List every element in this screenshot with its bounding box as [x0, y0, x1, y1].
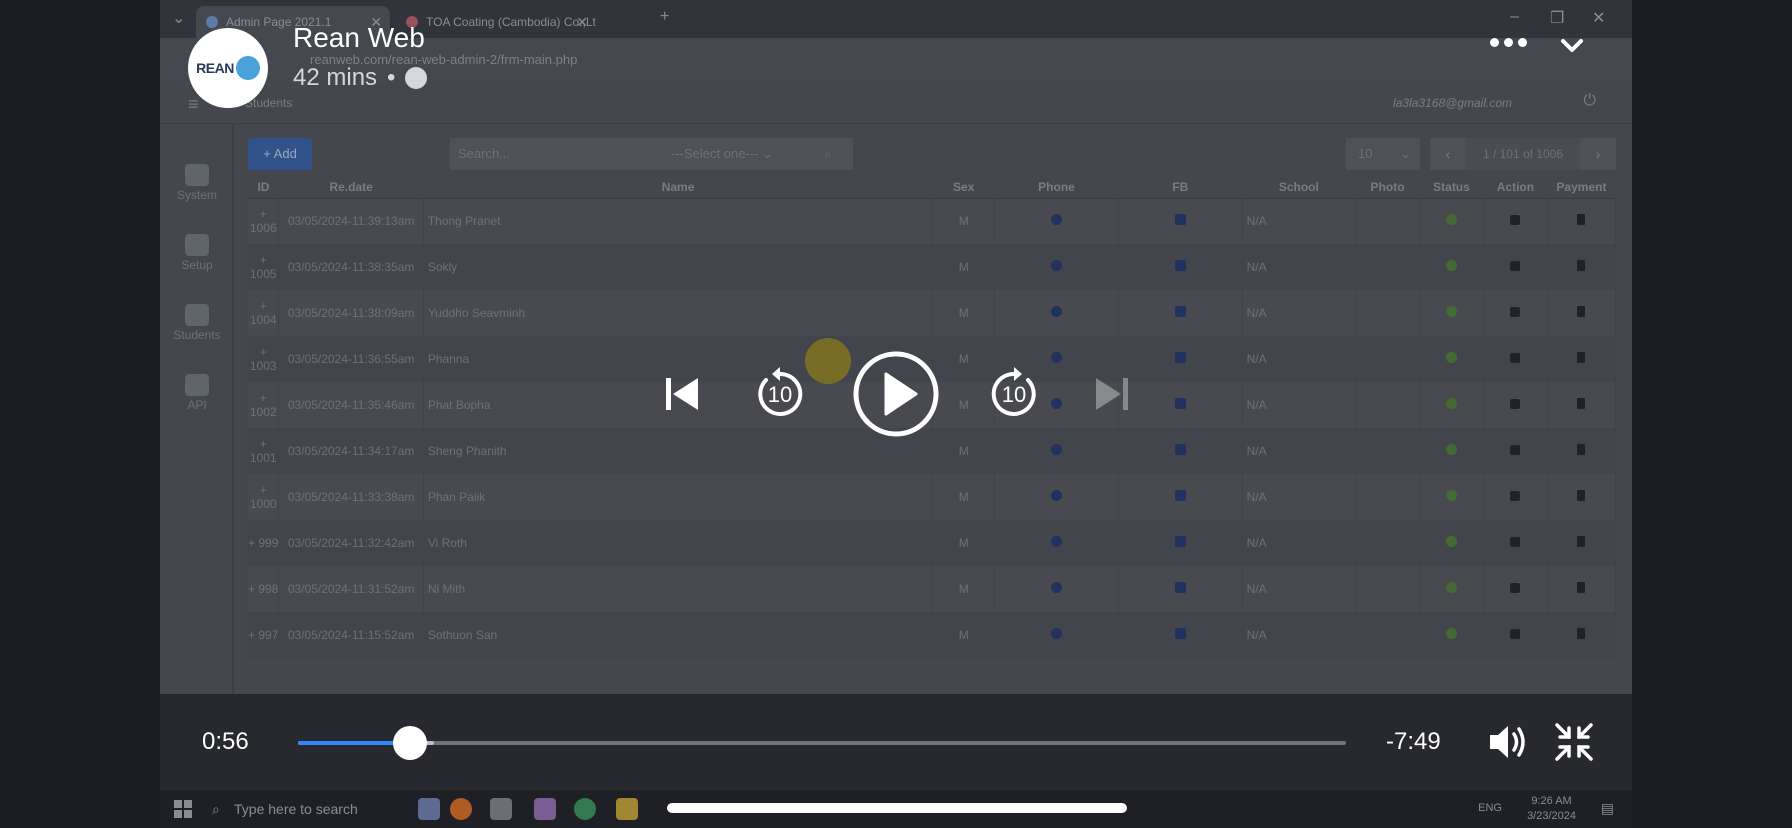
video-frame[interactable]: ⌄ Admin Page 2021.1 ✕ TOA Coating (Cambo…: [160, 0, 1632, 828]
play-icon: [884, 372, 918, 416]
post-time[interactable]: 42 mins: [293, 64, 377, 92]
more-options-icon[interactable]: [1490, 38, 1527, 47]
rewind-10-icon[interactable]: 10: [752, 366, 808, 422]
forward-10-icon[interactable]: 10: [986, 366, 1042, 422]
forward-seconds: 10: [1002, 382, 1026, 407]
home-indicator: [667, 803, 1127, 813]
remaining-time: -7:49: [1386, 728, 1441, 755]
volume-icon[interactable]: [1486, 720, 1530, 764]
skip-previous-icon[interactable]: [662, 374, 702, 414]
page-avatar[interactable]: REAN: [188, 28, 268, 108]
page-name[interactable]: Rean Web: [293, 22, 425, 54]
post-meta: 42 mins •: [293, 64, 428, 92]
current-time: 0:56: [202, 728, 249, 755]
globe-icon: [405, 67, 428, 89]
chevron-down-icon[interactable]: [1560, 34, 1584, 58]
meta-separator: •: [387, 64, 396, 91]
play-button[interactable]: [852, 350, 940, 438]
avatar-logo-text: REAN: [196, 60, 234, 76]
skip-next-icon: [1096, 378, 1128, 410]
web-badge-icon: [235, 56, 260, 80]
exit-fullscreen-icon[interactable]: [1554, 722, 1594, 762]
progress-thumb[interactable]: [393, 726, 428, 760]
progress-slider[interactable]: [298, 726, 1346, 760]
rewind-seconds: 10: [768, 382, 792, 407]
